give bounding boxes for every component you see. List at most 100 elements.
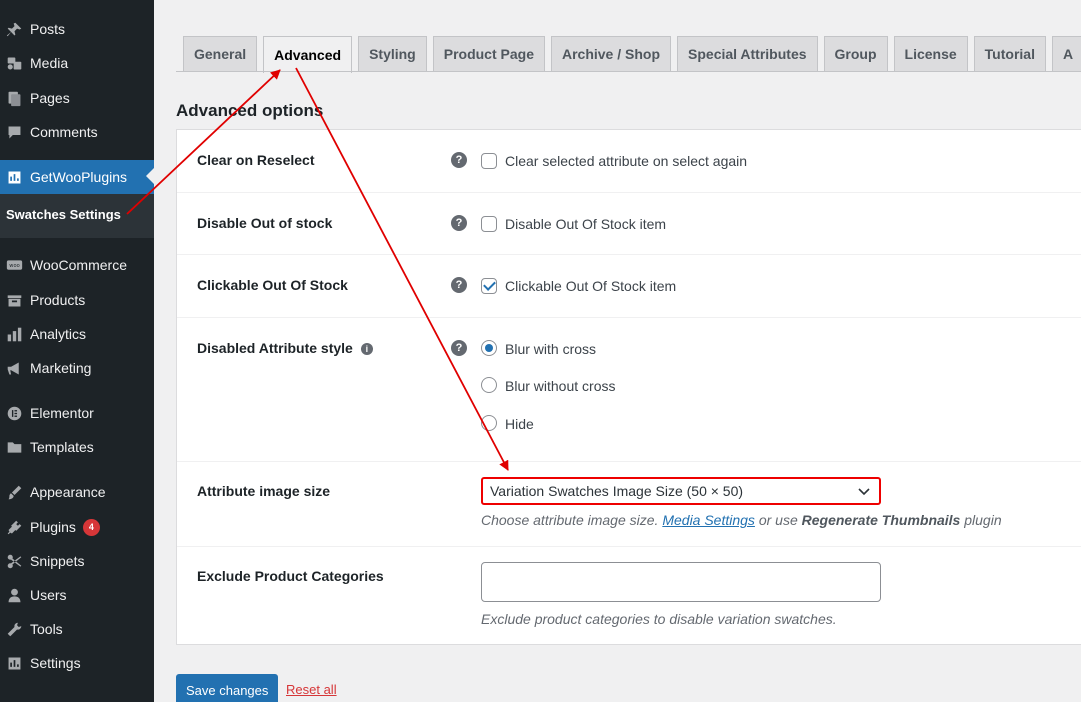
admin-sidebar: Posts Media Pages Comments GetWooPlugins… xyxy=(0,0,154,702)
reset-all-link[interactable]: Reset all xyxy=(286,682,337,697)
sidebar-item-appearance[interactable]: Appearance xyxy=(0,475,154,509)
sidebar-item-elementor[interactable]: Elementor xyxy=(0,396,154,430)
scissors-icon xyxy=(4,551,24,571)
setting-row-clickable-out-of-stock: Clickable Out Of Stock ? Clickable Out O… xyxy=(177,255,1081,318)
checkbox-label[interactable]: Disable Out Of Stock item xyxy=(505,216,666,232)
checkbox-label[interactable]: Clickable Out Of Stock item xyxy=(505,278,676,294)
sidebar-item-posts[interactable]: Posts xyxy=(0,12,154,46)
exclude-categories-input[interactable] xyxy=(481,562,881,602)
sidebar-item-label: Media xyxy=(30,55,69,71)
sidebar-item-users[interactable]: Users xyxy=(0,578,154,612)
radio-label[interactable]: Blur with cross xyxy=(505,341,596,357)
sidebar-item-marketing[interactable]: Marketing xyxy=(0,351,154,385)
sidebar-item-tools[interactable]: Tools xyxy=(0,612,154,646)
desc-suffix: plugin xyxy=(964,512,1002,528)
sidebar-item-comments[interactable]: Comments xyxy=(0,115,154,149)
tab-tutorial[interactable]: Tutorial xyxy=(973,36,1046,71)
sidebar-item-label: WooCommerce xyxy=(30,257,127,273)
clickable-out-of-stock-checkbox[interactable] xyxy=(481,278,497,294)
sidebar-item-analytics[interactable]: Analytics xyxy=(0,317,154,351)
media-settings-link[interactable]: Media Settings xyxy=(662,512,755,528)
sidebar-item-label: Posts xyxy=(30,21,66,37)
pages-icon xyxy=(4,88,24,108)
sidebar-item-label: Settings xyxy=(30,655,81,671)
info-icon[interactable]: i xyxy=(360,343,373,355)
sidebar-item-label: Products xyxy=(30,292,86,308)
sidebar-item-label: Pages xyxy=(30,90,70,106)
help-icon[interactable]: ? xyxy=(451,277,467,293)
getwooplugins-icon xyxy=(4,167,24,187)
tab-truncated[interactable]: A xyxy=(1051,36,1081,71)
tab-archive-shop[interactable]: Archive / Shop xyxy=(550,36,672,71)
media-icon xyxy=(4,53,24,73)
desc-prefix: Choose attribute image size. xyxy=(481,512,659,528)
sidebar-item-label: Users xyxy=(30,587,67,603)
settings-icon xyxy=(4,653,24,673)
help-icon[interactable]: ? xyxy=(451,340,467,356)
tab-general[interactable]: General xyxy=(183,36,258,71)
analytics-icon xyxy=(4,324,24,344)
setting-row-disable-out-of-stock: Disable Out of stock ? Disable Out Of St… xyxy=(177,193,1081,255)
regenerate-thumbnails-text: Regenerate Thumbnails xyxy=(801,512,961,528)
elementor-icon xyxy=(4,403,24,423)
disable-out-of-stock-checkbox[interactable] xyxy=(481,216,497,232)
user-icon xyxy=(4,585,24,605)
update-count-badge: 4 xyxy=(82,518,100,536)
sidebar-item-woocommerce[interactable]: woo WooCommerce xyxy=(0,248,154,282)
setting-row-disabled-attribute-style: Disabled Attribute style i ? Blur with cr… xyxy=(177,318,1081,462)
radio-label[interactable]: Hide xyxy=(505,416,534,432)
sidebar-item-label: Snippets xyxy=(30,553,85,569)
woocommerce-icon: woo xyxy=(4,255,24,275)
clear-on-reselect-checkbox[interactable] xyxy=(481,153,497,169)
active-menu-indicator xyxy=(146,168,154,184)
radio-blur-without-cross[interactable] xyxy=(481,377,497,393)
sidebar-item-settings[interactable]: Settings xyxy=(0,646,154,680)
radio-blur-with-cross[interactable] xyxy=(481,340,497,356)
sidebar-item-pages[interactable]: Pages xyxy=(0,81,154,115)
setting-label: Disable Out of stock xyxy=(197,215,333,231)
setting-row-clear-on-reselect: Clear on Reselect ? Clear selected attri… xyxy=(177,130,1081,193)
tab-advanced[interactable]: Advanced xyxy=(263,36,353,73)
submenu-item-swatches-settings[interactable]: Swatches Settings xyxy=(6,207,121,222)
exclude-categories-description: Exclude product categories to disable va… xyxy=(481,611,837,627)
comments-icon xyxy=(4,122,24,142)
setting-label: Clickable Out Of Stock xyxy=(197,277,348,293)
radio-label[interactable]: Blur without cross xyxy=(505,378,615,394)
setting-label: Disabled Attribute style i xyxy=(197,340,373,356)
plugin-icon xyxy=(4,517,24,537)
sidebar-item-snippets[interactable]: Snippets xyxy=(0,544,154,578)
sidebar-item-label: GetWooPlugins xyxy=(30,169,128,185)
setting-label: Attribute image size xyxy=(197,483,331,499)
sidebar-item-media[interactable]: Media xyxy=(0,46,154,80)
help-icon[interactable]: ? xyxy=(451,152,467,168)
tab-product-page[interactable]: Product Page xyxy=(432,36,545,71)
checkbox-label[interactable]: Clear selected attribute on select again xyxy=(505,153,747,169)
sidebar-item-label: Comments xyxy=(30,124,98,140)
sidebar-item-label: Templates xyxy=(30,439,94,455)
sidebar-item-label: Tools xyxy=(30,621,63,637)
section-title: Advanced options xyxy=(176,101,324,120)
pushpin-icon xyxy=(4,19,24,39)
sidebar-item-label: Elementor xyxy=(30,405,94,421)
radio-hide[interactable] xyxy=(481,415,497,431)
sidebar-item-plugins[interactable]: Plugins 4 xyxy=(0,510,154,544)
brush-icon xyxy=(4,482,24,502)
chevron-down-icon xyxy=(858,488,870,496)
attribute-image-size-select[interactable]: Variation Swatches Image Size (50 × 50) xyxy=(481,477,881,505)
sidebar-item-templates[interactable]: Templates xyxy=(0,430,154,464)
sidebar-item-getwooplugins[interactable]: GetWooPlugins xyxy=(0,160,154,194)
tab-special-attributes[interactable]: Special Attributes xyxy=(677,36,818,71)
sidebar-item-label: Plugins xyxy=(30,519,76,535)
help-icon[interactable]: ? xyxy=(451,215,467,231)
tab-group[interactable]: Group xyxy=(823,36,888,71)
settings-tabs: General Advanced Styling Product Page Ar… xyxy=(183,36,1081,73)
save-changes-button[interactable]: Save changes xyxy=(176,674,279,702)
sidebar-item-products[interactable]: Products xyxy=(0,283,154,317)
tab-license[interactable]: License xyxy=(893,36,968,71)
megaphone-icon xyxy=(4,358,24,378)
tab-styling[interactable]: Styling xyxy=(358,36,427,71)
svg-text:woo: woo xyxy=(9,263,19,269)
desc-middle: or use xyxy=(758,512,798,528)
tabs-divider xyxy=(176,71,1081,72)
select-value: Variation Swatches Image Size (50 × 50) xyxy=(490,483,744,499)
